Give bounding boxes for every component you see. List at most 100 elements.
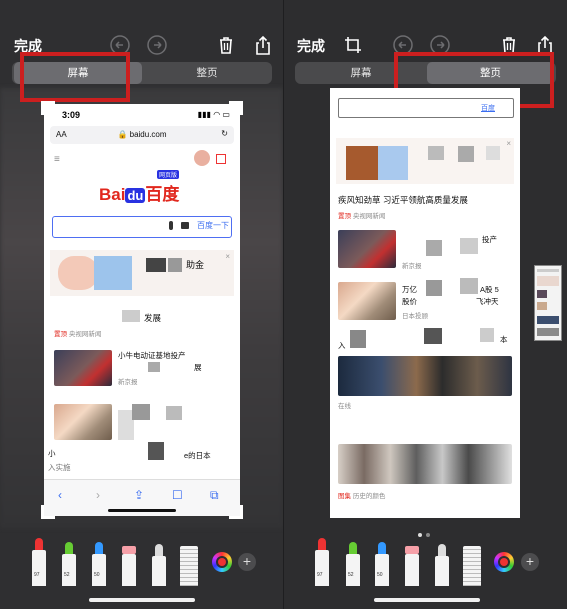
mosaic-block [148, 362, 160, 372]
share-icon: ⇪ [134, 488, 145, 502]
ruler-tool[interactable] [180, 546, 198, 586]
avatar [194, 150, 210, 166]
news-thumbnail [54, 350, 112, 386]
crop-icon[interactable] [342, 34, 364, 56]
news-source: 在线 [338, 403, 351, 410]
news-thumbnail [54, 404, 112, 440]
pen-size-label: 97 [34, 572, 40, 578]
screenshot-preview[interactable]: 3:09 ▮▮▮ ◠ ▭ AA 🔒 baidu.com ↻ ≡ Bai du 百度 … [44, 104, 240, 516]
reload-icon: ↻ [221, 129, 228, 138]
add-icon[interactable]: + [521, 553, 539, 571]
mosaic-block [460, 238, 478, 254]
eraser-tool[interactable] [122, 546, 136, 586]
address-bar: AA 🔒 baidu.com ↻ [50, 126, 234, 144]
banner-card: × [336, 138, 514, 184]
url-value: baidu.com [129, 130, 167, 139]
pen-size-label: 97 [317, 572, 323, 578]
mosaic-block [460, 278, 478, 294]
pencil-tool[interactable]: 50 [375, 542, 389, 586]
crop-handle[interactable] [229, 101, 243, 115]
news-source: 置顶 央视网新闻 [338, 210, 385, 220]
news-title: 股价 [402, 297, 417, 306]
markup-toolbar-right: 97 52 50 + [284, 536, 567, 586]
logo-zh: 百度 [145, 185, 180, 204]
news-title: 万亿 [402, 285, 417, 294]
url-text: 🔒 baidu.com [117, 130, 167, 139]
pencil-size-label: 50 [377, 572, 383, 578]
news-source: 置顶 央视网新闻 [54, 328, 101, 338]
crop-handle[interactable] [41, 101, 55, 115]
pen-tool[interactable]: 97 [315, 538, 329, 586]
close-icon: × [506, 139, 511, 148]
news-headline: 发展 [144, 313, 162, 323]
full-page-preview[interactable]: 百度 × 疾风知劲草 习近平领航高质量发展 置顶 央视网新闻 投产 新京报 万亿… [330, 88, 520, 518]
mosaic-block [486, 146, 500, 160]
mosaic-block [426, 280, 442, 296]
mosaic-block [132, 404, 150, 420]
pen-tool[interactable]: 97 [32, 538, 46, 586]
qr-icon [216, 154, 226, 164]
forward-icon: › [96, 488, 100, 502]
news-thumbnail [338, 230, 396, 268]
add-icon[interactable]: + [238, 553, 256, 571]
home-indicator-left [89, 598, 195, 602]
gallery-tag: 图集 [338, 493, 351, 500]
news-source: 新京报 [402, 263, 422, 270]
trash-icon[interactable] [215, 34, 237, 56]
home-indicator-right [374, 598, 480, 602]
page-minimap[interactable] [534, 265, 562, 341]
close-icon: × [225, 252, 230, 261]
baidu-logo: Bai du 百度 网页版 [99, 170, 180, 205]
lasso-tool[interactable] [152, 544, 166, 586]
home-indicator [108, 509, 176, 512]
news-source: 新京报 [118, 379, 138, 386]
news-title: 本 [500, 335, 508, 344]
marker-tool[interactable]: 52 [346, 542, 360, 586]
logo-du: du [125, 188, 146, 203]
source-name: 央视网新闻 [68, 331, 102, 338]
tabs-icon: ⧉ [210, 488, 219, 502]
markup-toolbar-left: 97 52 50 + [0, 536, 283, 586]
mosaic-block [148, 442, 164, 460]
minimap-line [537, 269, 559, 272]
minimap-block [537, 316, 559, 324]
news-title: A股 5 [480, 285, 499, 294]
back-icon: ‹ [58, 488, 62, 502]
mosaic-block [168, 258, 182, 272]
pinned-tag: 置顶 [338, 213, 351, 220]
mosaic-block [424, 328, 442, 344]
mosaic-block [122, 310, 140, 322]
mosaic-block [378, 146, 408, 180]
pencil-tool[interactable]: 50 [92, 542, 106, 586]
source-name: 央视网新闻 [352, 213, 386, 220]
pinned-tag: 置顶 [54, 331, 67, 338]
menu-icon: ≡ [54, 154, 60, 165]
color-picker-icon[interactable] [494, 552, 514, 572]
highlight-box-screen-tab [20, 52, 130, 102]
color-picker-icon[interactable] [212, 552, 232, 572]
news-prefix: 小 [48, 449, 56, 458]
eraser-tool[interactable] [405, 546, 419, 586]
mosaic-block [146, 258, 166, 272]
share-icon[interactable] [252, 34, 274, 56]
mic-icon [169, 221, 173, 230]
lasso-tool[interactable] [435, 544, 449, 586]
ruler-tool[interactable] [463, 546, 481, 586]
marker-size-label: 52 [348, 572, 354, 578]
marker-tool[interactable]: 52 [62, 542, 76, 586]
crop-handle[interactable] [41, 505, 55, 519]
mosaic-block [426, 240, 442, 256]
news-title: 小牛电动证基地投产 [118, 351, 186, 360]
mosaic-block [94, 256, 132, 290]
left-panel: 完成 屏幕 整页 3:09 ▮▮▮ ◠ ▭ AA 🔒 baidu.com ↻ ≡ [0, 0, 283, 609]
mosaic-block [428, 146, 444, 160]
logo-bai: Bai [99, 185, 126, 204]
top-link: 百度 [481, 105, 495, 112]
redo-icon[interactable] [146, 34, 168, 56]
tab-full-page[interactable]: 整页 [144, 62, 270, 84]
crop-handle[interactable] [229, 505, 243, 519]
status-bar: 3:09 ▮▮▮ ◠ ▭ [44, 104, 240, 126]
done-button[interactable]: 完成 [297, 36, 325, 56]
news-photo-collage [338, 444, 512, 484]
banner-card: 助金 × [50, 250, 234, 296]
